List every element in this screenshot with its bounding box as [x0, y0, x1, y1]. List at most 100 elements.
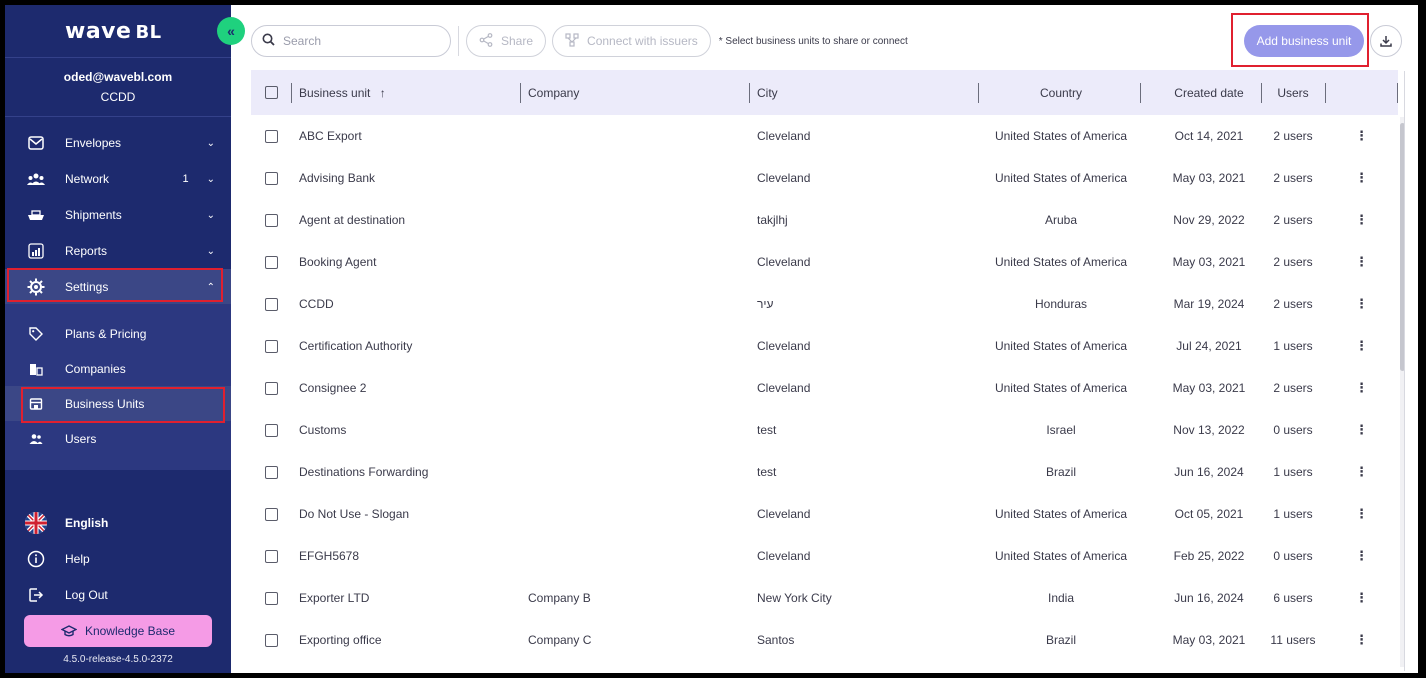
row-checkbox[interactable] [265, 633, 278, 647]
connect-label: Connect with issuers [587, 34, 698, 48]
cell-company: Company B [528, 591, 591, 605]
table-row[interactable]: EFGH5678 Cleveland United States of Americ… [251, 535, 1398, 577]
logo-sub: BL [135, 22, 162, 43]
logout-icon [25, 584, 47, 606]
row-more-menu-icon[interactable]: ⋮ [1355, 506, 1368, 522]
sub-item-plans-pricing[interactable]: Plans & Pricing [5, 316, 231, 351]
column-separator [749, 82, 750, 103]
row-checkbox[interactable] [265, 549, 278, 563]
header-business-unit[interactable]: Business unit ↑ [299, 86, 386, 100]
cell-users: 0 users [1273, 423, 1313, 437]
sub-item-users[interactable]: Users [5, 421, 231, 456]
chevron-down-icon: ⌄ [206, 209, 215, 221]
row-more-menu-icon[interactable]: ⋮ [1355, 590, 1368, 606]
chevron-down-icon: ⌄ [206, 173, 215, 185]
row-more-menu-icon[interactable]: ⋮ [1355, 422, 1368, 438]
users-icon [27, 430, 45, 448]
nav-item-network[interactable]: Network 1 ⌄ [5, 161, 231, 197]
nav-label: Network [65, 172, 110, 186]
row-more-menu-icon[interactable]: ⋮ [1355, 464, 1368, 480]
table-row[interactable]: Customs test Israel Nov 13, 2022 0 users ⋮ [251, 409, 1398, 451]
nav-item-reports[interactable]: Reports ⌄ [5, 233, 231, 269]
row-more-menu-icon[interactable]: ⋮ [1355, 170, 1368, 186]
row-checkbox[interactable] [265, 297, 278, 311]
table-row[interactable]: Certification Authority Cleveland United S… [251, 325, 1398, 367]
chevron-down-icon: ⌄ [206, 137, 215, 149]
row-more-menu-icon[interactable]: ⋮ [1355, 128, 1368, 144]
cell-country: Aruba [1044, 213, 1078, 227]
header-users[interactable]: Users [1263, 86, 1323, 100]
table-row[interactable]: Booking Agent Cleveland United States of A… [251, 241, 1398, 283]
knowledge-base-button[interactable]: Knowledge Base [24, 615, 212, 647]
cell-country: Honduras [1034, 297, 1088, 311]
row-checkbox[interactable] [265, 129, 278, 143]
table-row[interactable]: Exporter LTD Company B New York City India J… [251, 577, 1398, 619]
header-country[interactable]: Country [981, 86, 1141, 100]
cell-business-unit: Consignee 2 [299, 381, 367, 395]
collapse-sidebar-button[interactable]: « [217, 17, 245, 45]
cell-created-date: Mar 19, 2024 [1173, 297, 1245, 311]
row-checkbox[interactable] [265, 381, 278, 395]
row-checkbox[interactable] [265, 213, 278, 227]
row-more-menu-icon[interactable]: ⋮ [1355, 548, 1368, 564]
row-checkbox[interactable] [265, 423, 278, 437]
cell-city: Cleveland [757, 381, 811, 395]
nav-item-envelopes[interactable]: Envelopes ⌄ [5, 125, 231, 161]
cell-created-date: Jul 24, 2021 [1176, 339, 1242, 353]
cell-city: test [757, 465, 777, 479]
tag-icon [27, 325, 45, 343]
table-row[interactable]: CCDD עיר Honduras Mar 19, 2024 2 users ⋮ [251, 283, 1398, 325]
nav-item-shipments[interactable]: Shipments ⌄ [5, 197, 231, 233]
cell-business-unit: EFGH5678 [299, 549, 360, 563]
row-more-menu-icon[interactable]: ⋮ [1355, 632, 1368, 648]
ship-icon [27, 206, 45, 224]
row-checkbox[interactable] [265, 465, 278, 479]
cell-business-unit: ABC Export [299, 129, 362, 143]
cell-business-unit: Certification Authority [299, 339, 413, 353]
download-button[interactable] [1370, 25, 1402, 57]
connect-with-issuers-button[interactable]: Connect with issuers [552, 25, 711, 57]
row-checkbox[interactable] [265, 591, 278, 605]
table-row[interactable]: Destinations Forwarding test Brazil Jun 16,… [251, 451, 1398, 493]
help-link[interactable]: Help [5, 541, 231, 577]
row-more-menu-icon[interactable]: ⋮ [1355, 212, 1368, 228]
header-company[interactable]: Company [528, 86, 579, 100]
add-business-unit-button[interactable]: Add business unit [1244, 25, 1364, 57]
cell-created-date: May 03, 2021 [1172, 381, 1246, 395]
row-more-menu-icon[interactable]: ⋮ [1355, 296, 1368, 312]
table-row[interactable]: Consignee 2 Cleveland United States of Ame… [251, 367, 1398, 409]
user-block[interactable]: oded@wavebl.com CCDD [5, 57, 231, 117]
cell-created-date: May 03, 2021 [1172, 633, 1246, 647]
header-city[interactable]: City [757, 86, 778, 100]
column-separator [1140, 82, 1141, 103]
table-row[interactable]: Advising Bank Cleveland United States of A… [251, 157, 1398, 199]
header-created-date[interactable]: Created date [1157, 86, 1261, 100]
row-more-menu-icon[interactable]: ⋮ [1355, 254, 1368, 270]
share-button[interactable]: Share [466, 25, 547, 57]
table-row[interactable]: Exporting office Company C Santos Brazil May… [251, 619, 1398, 661]
row-checkbox[interactable] [265, 507, 278, 521]
logout-label: Log Out [65, 588, 108, 602]
table-row[interactable]: ABC Export Cleveland United States of Amer… [251, 115, 1398, 157]
search-input[interactable]: Search [251, 25, 451, 57]
row-checkbox[interactable] [265, 255, 278, 269]
share-icon [479, 32, 493, 50]
row-checkbox[interactable] [265, 171, 278, 185]
cell-business-unit: Destinations Forwarding [299, 465, 429, 479]
cell-country: Brazil [1045, 633, 1076, 647]
row-more-menu-icon[interactable]: ⋮ [1355, 380, 1368, 396]
table-row[interactable]: Do Not Use - Slogan Cleveland United State… [251, 493, 1398, 535]
cell-created-date: Nov 13, 2022 [1173, 423, 1245, 437]
select-all-checkbox[interactable] [265, 86, 278, 99]
search-placeholder: Search [283, 34, 322, 48]
row-more-menu-icon[interactable]: ⋮ [1355, 338, 1368, 354]
table-row[interactable]: Agent at destination takjlhj Aruba Nov 29, … [251, 199, 1398, 241]
cell-country: United States of America [994, 549, 1128, 563]
row-checkbox[interactable] [265, 339, 278, 353]
logout-link[interactable]: Log Out [5, 577, 231, 613]
info-icon [25, 548, 47, 570]
language-selector[interactable]: English [5, 505, 231, 541]
cell-country: United States of America [994, 507, 1128, 521]
cell-created-date: May 03, 2021 [1172, 255, 1246, 269]
sub-item-companies[interactable]: Companies [5, 351, 231, 386]
